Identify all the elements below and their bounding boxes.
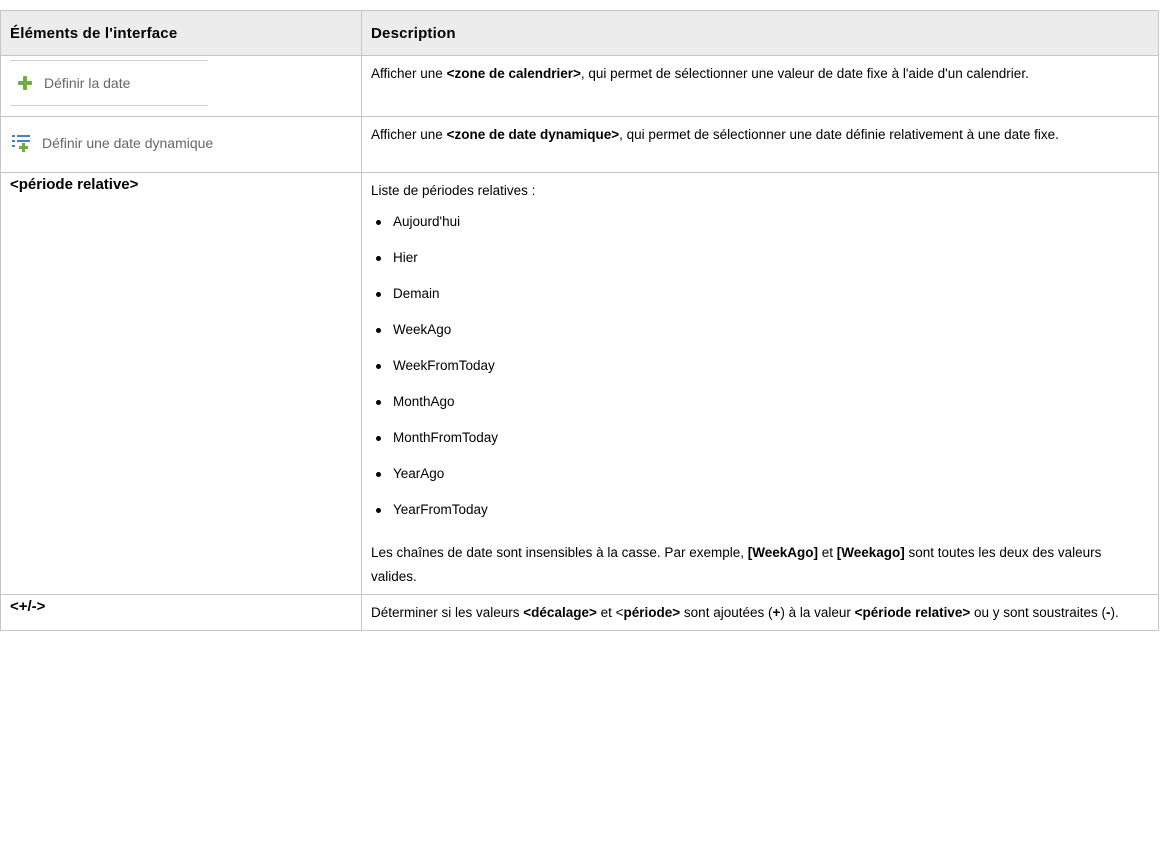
description-cell: Liste de périodes relatives : Aujourd'hu… (361, 172, 1159, 595)
relative-period-list: Aujourd'hui Hier Demain WeekAgo WeekFrom… (371, 210, 1148, 522)
plus-icon (18, 76, 32, 90)
header-description: Description (361, 10, 1159, 56)
list-item: Aujourd'hui (371, 210, 1148, 234)
table-header-row: Éléments de l'interface Description (0, 10, 1159, 56)
list-item: Hier (371, 246, 1148, 270)
relative-period-label: <période relative> (0, 172, 362, 595)
header-ui-elements: Éléments de l'interface (0, 10, 362, 56)
list-item: WeekFromToday (371, 354, 1148, 378)
description-cell: Afficher une <zone de calendrier>, qui p… (361, 55, 1159, 117)
table-row: Définir une date dynamique Afficher une … (0, 115, 1159, 173)
relative-period-intro: Liste de périodes relatives : (371, 183, 536, 198)
list-item: WeekAgo (371, 318, 1148, 342)
case-insensitive-note: Les chaînes de date sont insensibles à l… (371, 545, 1102, 584)
description-cell: Afficher une <zone de date dynamique>, q… (361, 116, 1159, 173)
plus-minus-label: <+/-> (0, 594, 362, 631)
dynamic-date-icon (12, 134, 32, 152)
set-dynamic-date-label: Définir une date dynamique (42, 135, 214, 151)
list-item: MonthAgo (371, 390, 1148, 414)
list-item: YearAgo (371, 462, 1148, 486)
description-cell: Déterminer si les valeurs <décalage> et … (361, 594, 1159, 631)
table-row: Définir la date Afficher une <zone de ca… (0, 55, 1159, 117)
ui-element-cell: Définir la date (0, 55, 362, 117)
set-date-button[interactable]: Définir la date (10, 60, 208, 106)
set-date-label: Définir la date (44, 75, 131, 91)
list-item: Demain (371, 282, 1148, 306)
list-item: YearFromToday (371, 498, 1148, 522)
interface-table: Éléments de l'interface Description Défi… (0, 10, 1159, 631)
table-row: <période relative> Liste de périodes rel… (0, 172, 1159, 595)
set-dynamic-date-button[interactable]: Définir une date dynamique (10, 115, 351, 171)
table-row: <+/-> Déterminer si les valeurs <décalag… (0, 594, 1159, 631)
ui-element-cell: Définir une date dynamique (0, 115, 362, 173)
list-item: MonthFromToday (371, 426, 1148, 450)
